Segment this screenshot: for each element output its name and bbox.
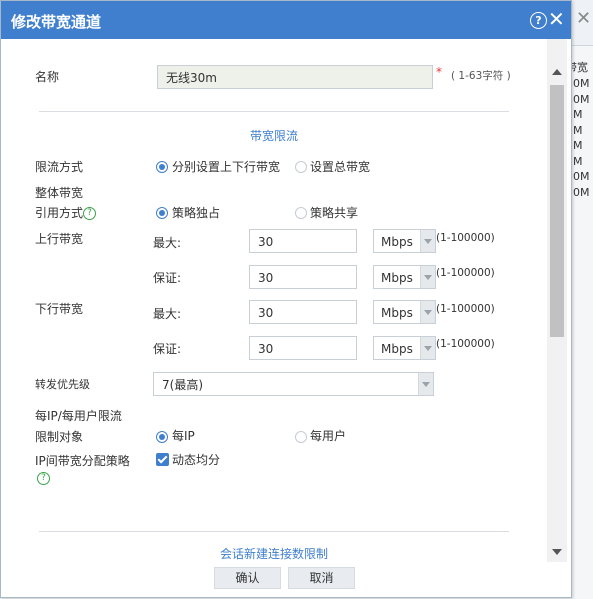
per-ip-user-limit-label: 每IP/每用户限流	[35, 409, 122, 423]
unit-value: Mbps	[381, 271, 413, 285]
radio-per-user-label[interactable]: 每用户	[310, 427, 346, 444]
dynamic-share-checkbox[interactable]	[156, 453, 169, 466]
required-mark: *	[436, 65, 442, 79]
ip-bandwidth-policy-label: IP间带宽分配策略	[35, 454, 130, 468]
unit-value: Mbps	[381, 306, 413, 320]
upload-max-input[interactable]: 30	[249, 229, 357, 253]
chevron-down-icon[interactable]	[420, 337, 435, 359]
confirm-button[interactable]: 确认	[214, 567, 281, 589]
scrollbar[interactable]	[547, 39, 567, 562]
cancel-button[interactable]: 取消	[288, 567, 355, 589]
download-bandwidth-label: 下行带宽	[35, 302, 84, 316]
chevron-down-icon[interactable]	[420, 230, 435, 252]
priority-select[interactable]: 7(最高)	[153, 372, 434, 396]
radio-per-ip-label[interactable]: 每IP	[172, 427, 195, 444]
close-icon[interactable]: ✕	[548, 7, 565, 31]
upload-bandwidth-label: 上行带宽	[35, 232, 84, 246]
dialog-content: 名称 无线30m * ( 1-63字符 ) 带宽限流 限流方式 分别设置上下行带…	[1, 39, 547, 597]
download-guarantee-unit-select[interactable]: Mbps	[373, 336, 436, 360]
radio-total-bandwidth-label[interactable]: 设置总带宽	[310, 158, 370, 175]
radio-separate-up-down-label[interactable]: 分别设置上下行带宽	[172, 158, 280, 175]
reference-mode-label: 引用方式?	[35, 204, 97, 221]
divider	[39, 111, 509, 112]
reference-mode-text: 引用方式	[35, 206, 84, 220]
name-input[interactable]: 无线30m	[157, 65, 433, 89]
divider	[39, 531, 509, 532]
chevron-down-icon[interactable]	[418, 373, 433, 395]
unit-value: Mbps	[381, 342, 413, 356]
upload-guarantee-label: 保证:	[153, 271, 182, 285]
radio-separate-up-down[interactable]	[156, 161, 168, 173]
limit-target-label: 限制对象	[35, 430, 84, 444]
dynamic-share-label[interactable]: 动态均分	[172, 451, 220, 468]
name-label: 名称	[35, 70, 60, 84]
upload-max-unit-select[interactable]: Mbps	[373, 229, 436, 253]
download-guarantee-input[interactable]: 30	[249, 336, 357, 360]
help-icon[interactable]: ?	[37, 472, 50, 485]
priority-value: 7(最高)	[162, 378, 203, 392]
background-close-icon: ✕	[576, 8, 592, 29]
dialog-titlebar: 修改带宽通道 ? ✕	[1, 1, 571, 39]
upload-max-label: 最大:	[153, 236, 182, 250]
question-circle-icon[interactable]: ?	[530, 12, 547, 29]
scrollbar-thumb[interactable]	[550, 85, 564, 337]
chevron-down-icon[interactable]	[420, 266, 435, 288]
unit-value: Mbps	[381, 235, 413, 249]
limit-mode-label: 限流方式	[35, 160, 84, 174]
radio-total-bandwidth[interactable]	[295, 161, 307, 173]
section-bandwidth-limit: 带宽限流	[249, 129, 298, 143]
range-hint: (1-100000)	[436, 232, 495, 244]
chevron-down-icon[interactable]	[420, 301, 435, 323]
edit-bandwidth-channel-dialog: 修改带宽通道 ? ✕ 名称 无线30m * ( 1-63字符 ) 带宽限流 限流…	[0, 0, 572, 598]
radio-policy-shared[interactable]	[295, 207, 307, 219]
radio-policy-shared-label[interactable]: 策略共享	[310, 204, 358, 221]
section-session-limit[interactable]: 会话新建连接数限制	[39, 545, 509, 562]
help-icon[interactable]: ?	[83, 207, 97, 220]
download-max-label: 最大:	[153, 307, 182, 321]
name-length-hint: ( 1-63字符 )	[451, 70, 511, 82]
range-hint: (1-100000)	[436, 338, 495, 350]
priority-label: 转发优先级	[35, 378, 90, 391]
download-guarantee-label: 保证:	[153, 342, 182, 356]
radio-per-user[interactable]	[295, 431, 307, 443]
scroll-up-arrow-icon[interactable]	[552, 69, 562, 75]
dialog-title: 修改带宽通道	[11, 13, 102, 31]
range-hint: (1-100000)	[436, 267, 495, 279]
download-max-unit-select[interactable]: Mbps	[373, 300, 436, 324]
radio-policy-exclusive-label[interactable]: 策略独占	[172, 204, 220, 221]
upload-guarantee-unit-select[interactable]: Mbps	[373, 265, 436, 289]
range-hint: (1-100000)	[436, 303, 495, 315]
radio-per-ip[interactable]	[156, 431, 168, 443]
radio-policy-exclusive[interactable]	[156, 207, 168, 219]
upload-guarantee-input[interactable]: 30	[249, 265, 357, 289]
download-max-input[interactable]: 30	[249, 300, 357, 324]
overall-bandwidth-label: 整体带宽	[35, 186, 84, 200]
scroll-down-arrow-icon[interactable]	[552, 549, 562, 555]
